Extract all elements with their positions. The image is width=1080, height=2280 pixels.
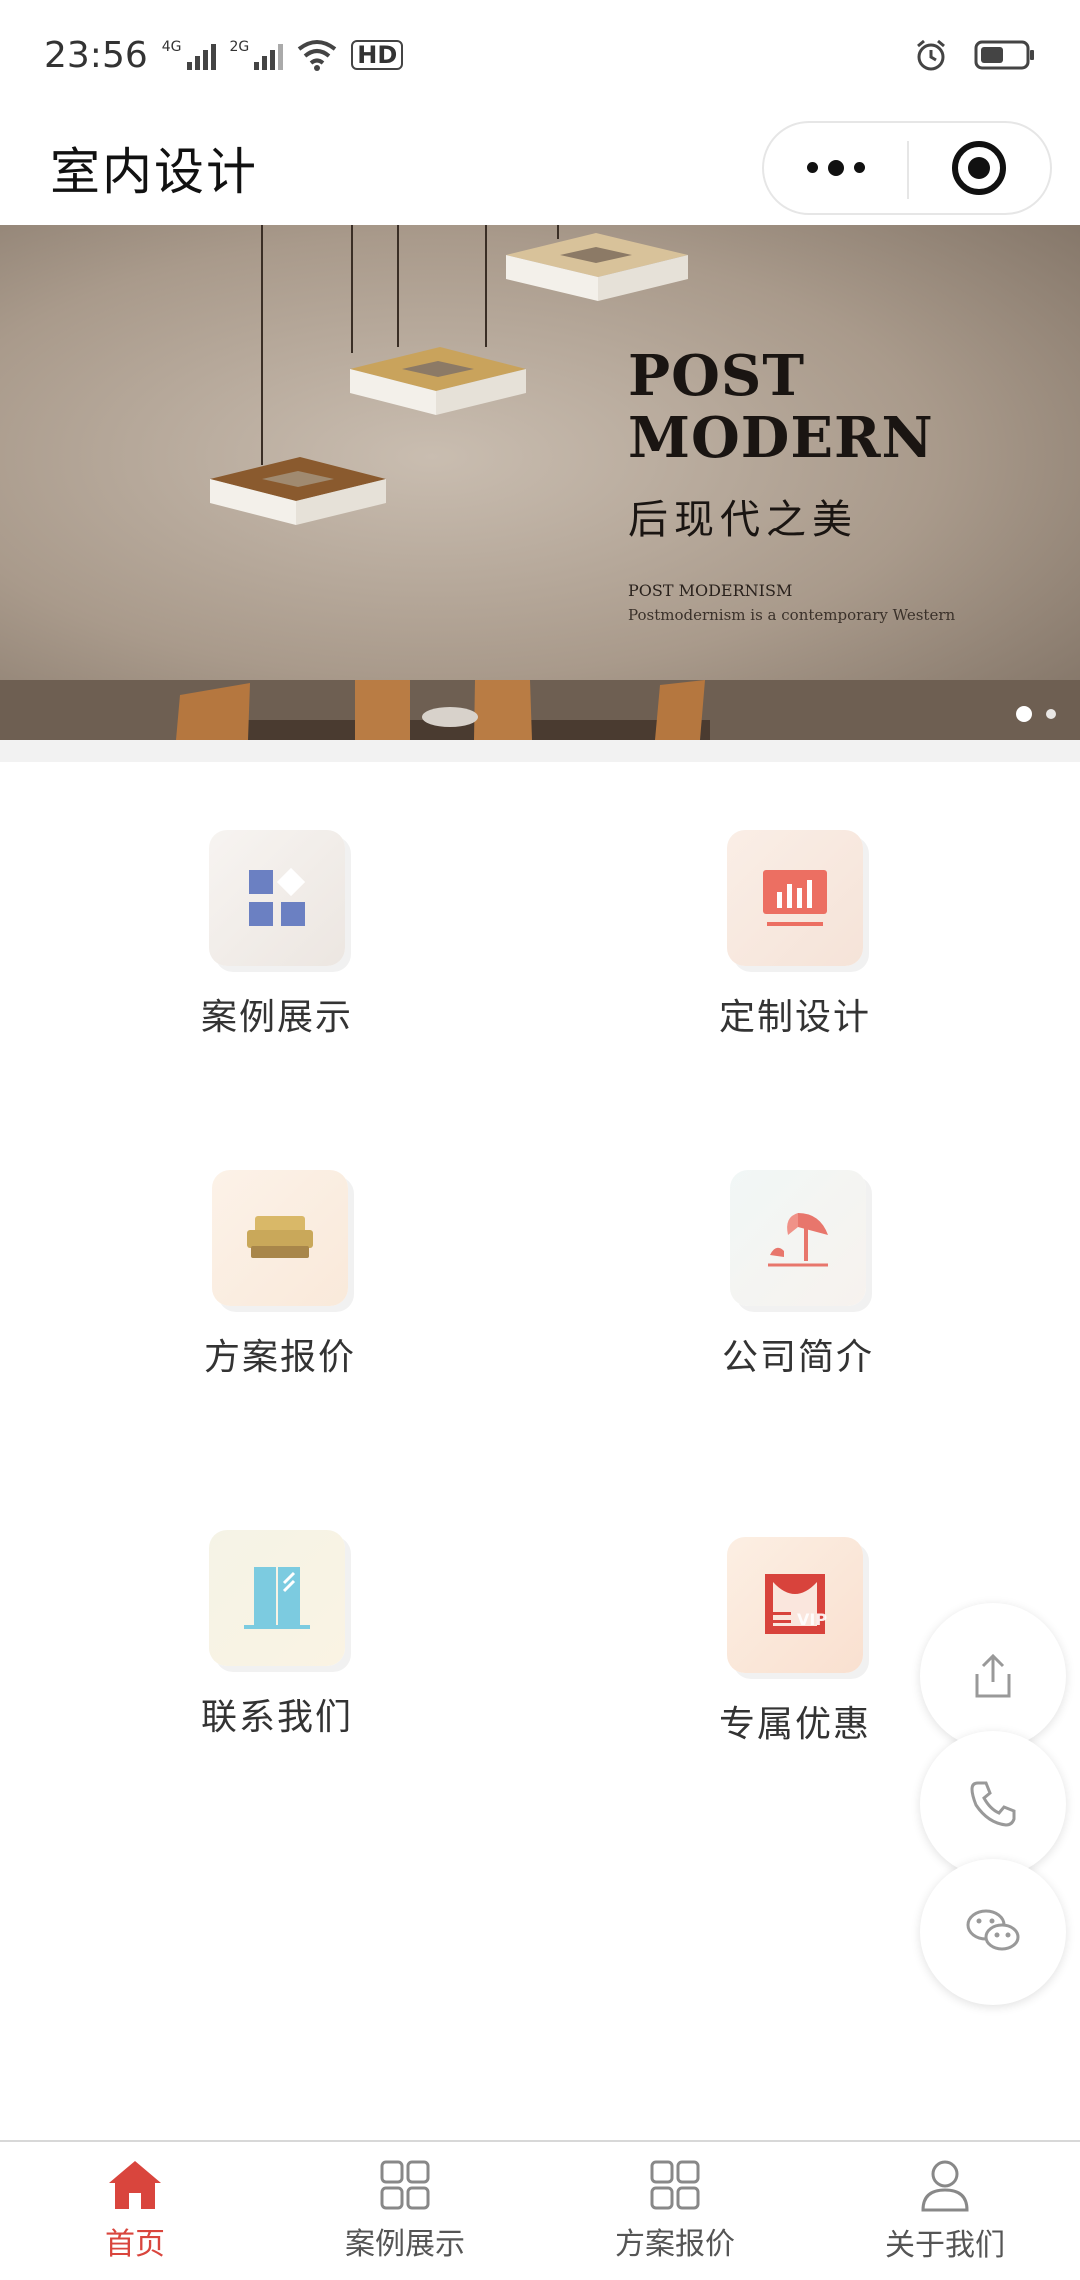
- signal-2g-icon: 2G: [230, 40, 284, 70]
- status-right: [914, 38, 1036, 72]
- cases-tile: [209, 830, 345, 966]
- battery-icon: [974, 40, 1034, 70]
- grid-label: 专属优惠: [718, 1704, 871, 1745]
- banner-caption: POST MODERNISM: [628, 581, 793, 600]
- bottom-tab-bar: 首页 案例展示 方案报价 关于我们: [0, 2140, 1080, 2280]
- grid-item-contact[interactable]: 联系我们: [127, 1530, 427, 1740]
- grid-tiles-icon: [249, 867, 306, 926]
- tab-quote[interactable]: 方案报价: [540, 2159, 810, 2263]
- door-icon: [244, 1567, 310, 1629]
- custom-design-tile: [727, 830, 863, 966]
- status-bar: 23:56 4G 2G HD: [0, 0, 1080, 110]
- carousel-dot-active[interactable]: [1016, 706, 1032, 722]
- user-icon: [921, 2160, 969, 2212]
- grid-item-company[interactable]: 公司简介: [648, 1170, 948, 1380]
- beach-umbrella-icon: [768, 1213, 828, 1267]
- share-icon: [975, 1653, 1011, 1698]
- chart-board-icon: [763, 870, 827, 926]
- vip-curtain-icon: VIP: [765, 1574, 827, 1634]
- grid-icon: [650, 2160, 700, 2210]
- status-time: 23:56: [44, 34, 148, 76]
- sofa-icon: [247, 1216, 313, 1258]
- grid-item-cases[interactable]: 案例展示: [127, 830, 427, 1040]
- signal-4g-label: 4G: [161, 39, 182, 55]
- section-divider: [0, 740, 1080, 762]
- grid-item-custom-design[interactable]: 定制设计: [645, 830, 945, 1040]
- banner-title-line2: MODERN: [628, 405, 934, 471]
- mini-program-capsule: [762, 120, 1052, 215]
- banner-title-line1: POST: [628, 343, 806, 409]
- tab-label: 方案报价: [615, 2227, 735, 2262]
- quote-tile: [212, 1170, 348, 1306]
- hd-icon: HD: [351, 40, 404, 70]
- carousel-dot[interactable]: [1046, 709, 1056, 719]
- grid-label: 方案报价: [203, 1337, 356, 1378]
- tab-cases[interactable]: 案例展示: [270, 2159, 540, 2263]
- grid-label: 联系我们: [200, 1697, 353, 1738]
- more-options-icon[interactable]: [806, 159, 865, 176]
- banner-description: Postmodernism is a contemporary Western: [628, 606, 956, 624]
- grid-label: 案例展示: [200, 997, 353, 1038]
- title-bar: 室内设计: [0, 110, 1080, 225]
- home-icon: [109, 2161, 161, 2209]
- alarm-icon: [917, 39, 945, 71]
- signal-4g-icon: 4G: [162, 40, 216, 70]
- phone-icon: [970, 1781, 1016, 1827]
- tab-label: 案例展示: [345, 2227, 465, 2262]
- carousel-indicator: [1016, 706, 1056, 722]
- grid-label: 定制设计: [718, 997, 871, 1038]
- hero-banner[interactable]: POST MODERN 后现代之美 POST MODERNISM Postmod…: [0, 225, 1080, 740]
- close-target-icon[interactable]: [950, 139, 1008, 197]
- grid-item-offers[interactable]: VIP 专属优惠: [645, 1537, 945, 1747]
- offers-tile: VIP: [727, 1537, 863, 1673]
- grid-item-quote[interactable]: 方案报价: [130, 1170, 430, 1380]
- page-title: 室内设计: [50, 142, 258, 201]
- banner-subtitle-cn: 后现代之美: [628, 497, 858, 543]
- share-button[interactable]: [920, 1603, 1066, 1749]
- svg-text:VIP: VIP: [797, 1610, 827, 1629]
- wifi-icon: [298, 40, 337, 71]
- company-tile: [730, 1170, 866, 1306]
- tab-home[interactable]: 首页: [0, 2159, 270, 2263]
- contact-tile: [209, 1530, 345, 1666]
- banner-text: POST MODERN 后现代之美 POST MODERNISM Postmod…: [628, 345, 955, 624]
- grid-icon: [380, 2160, 430, 2210]
- tab-label: 关于我们: [885, 2228, 1005, 2263]
- phone-button[interactable]: [920, 1731, 1066, 1877]
- tab-label: 首页: [105, 2227, 165, 2262]
- status-left: 23:56 4G 2G HD: [44, 34, 404, 76]
- tab-about[interactable]: 关于我们: [810, 2158, 1080, 2264]
- grid-label: 公司简介: [721, 1337, 874, 1378]
- capsule-divider: [907, 140, 909, 199]
- signal-2g-label: 2G: [229, 39, 250, 55]
- wechat-button[interactable]: [920, 1859, 1066, 2005]
- wechat-icon: [966, 1909, 1020, 1951]
